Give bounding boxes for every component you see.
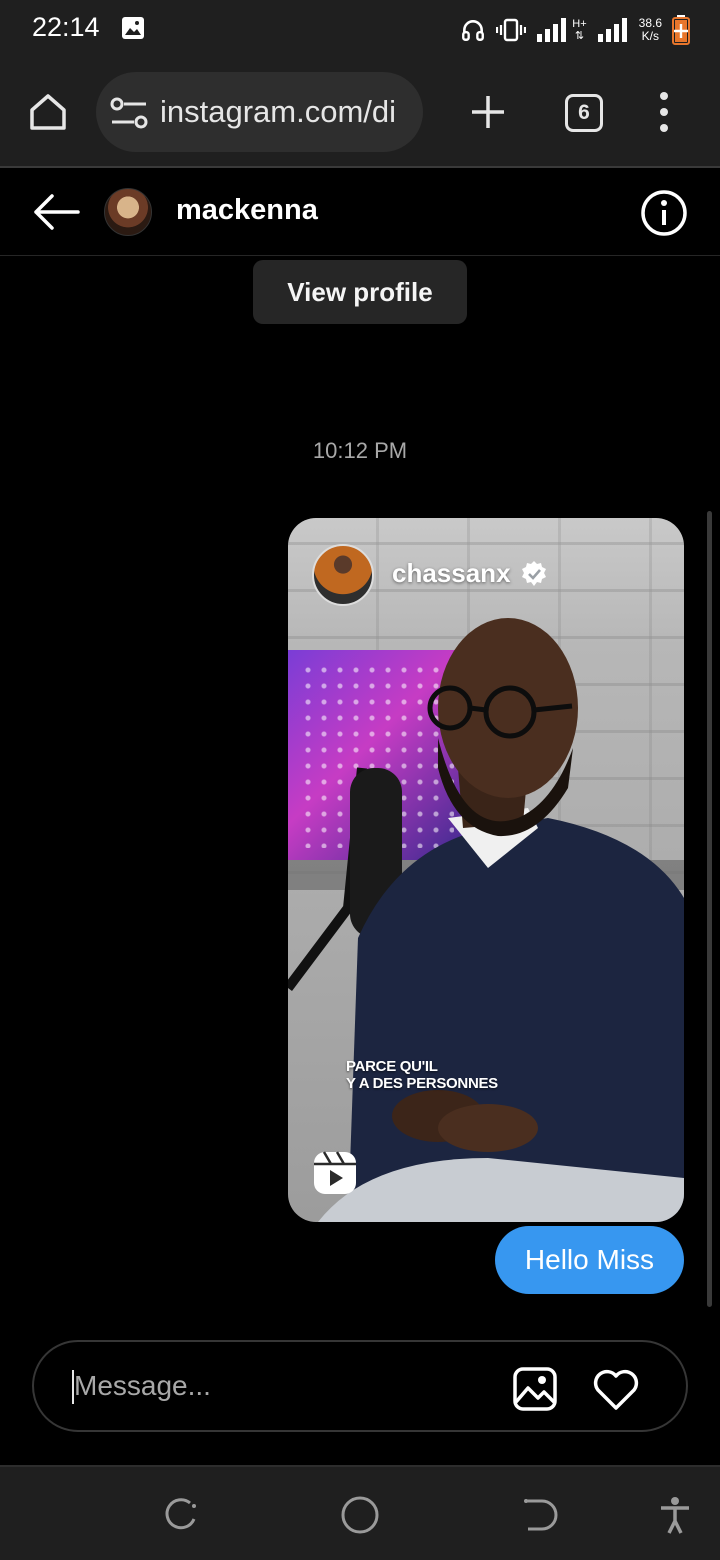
plus-icon[interactable]	[466, 90, 510, 134]
status-time: 22:14	[32, 12, 100, 42]
reel-author-avatar[interactable]	[312, 544, 374, 606]
message-timestamp: 10:12 PM	[312, 438, 408, 463]
accessibility-icon[interactable]	[655, 1495, 695, 1535]
vibrate-icon	[496, 18, 527, 42]
home-nav-icon[interactable]	[340, 1495, 380, 1535]
address-bar[interactable]: instagram.com/di	[96, 72, 423, 152]
heart-icon[interactable]	[592, 1366, 640, 1412]
avatar[interactable]	[104, 188, 152, 236]
signal-icon-2	[597, 18, 627, 42]
message-input[interactable]	[74, 1364, 494, 1408]
system-nav-bar	[0, 1465, 720, 1560]
verified-badge-icon	[522, 561, 546, 586]
view-profile-button[interactable]: View profile	[253, 260, 467, 324]
back-arrow-icon[interactable]	[30, 192, 82, 232]
gallery-icon	[122, 17, 144, 39]
battery-icon	[672, 15, 690, 45]
message-bubble[interactable]: Hello Miss	[495, 1226, 684, 1294]
info-icon[interactable]	[640, 189, 688, 237]
chat-username[interactable]: mackenna	[176, 194, 318, 227]
net-speed: 38.6 K/s	[638, 16, 662, 43]
reel-caption: PARCE QU'IL Y A DES PERSONNES	[346, 1058, 498, 1092]
signal-icon	[537, 18, 567, 42]
status-bar: 22:14 H+ ⇅ 38.6 K/s	[0, 0, 720, 58]
tabs-icon[interactable]: 6	[565, 94, 603, 132]
chat-header: mackenna	[0, 170, 720, 256]
site-settings-icon[interactable]	[110, 96, 148, 130]
back-nav-icon[interactable]	[520, 1495, 560, 1535]
reel-author-username[interactable]: chassanx	[392, 558, 511, 589]
home-icon[interactable]	[26, 90, 70, 134]
reels-icon	[314, 1151, 356, 1194]
more-vert-icon[interactable]	[650, 88, 678, 136]
browser-toolbar: instagram.com/di 6	[0, 58, 720, 168]
headphones-icon	[462, 20, 485, 41]
reel-thumbnail-person	[288, 618, 684, 1222]
scrollbar[interactable]	[707, 511, 712, 1307]
recents-icon[interactable]	[160, 1495, 200, 1535]
shared-reel[interactable]: chassanx PARCE QU'IL Y A DES PERSONNES	[288, 518, 684, 1222]
url-text[interactable]: instagram.com/di	[160, 94, 396, 130]
message-composer	[32, 1340, 688, 1432]
image-icon[interactable]	[512, 1366, 558, 1412]
network-type: H+ ⇅	[572, 18, 587, 42]
